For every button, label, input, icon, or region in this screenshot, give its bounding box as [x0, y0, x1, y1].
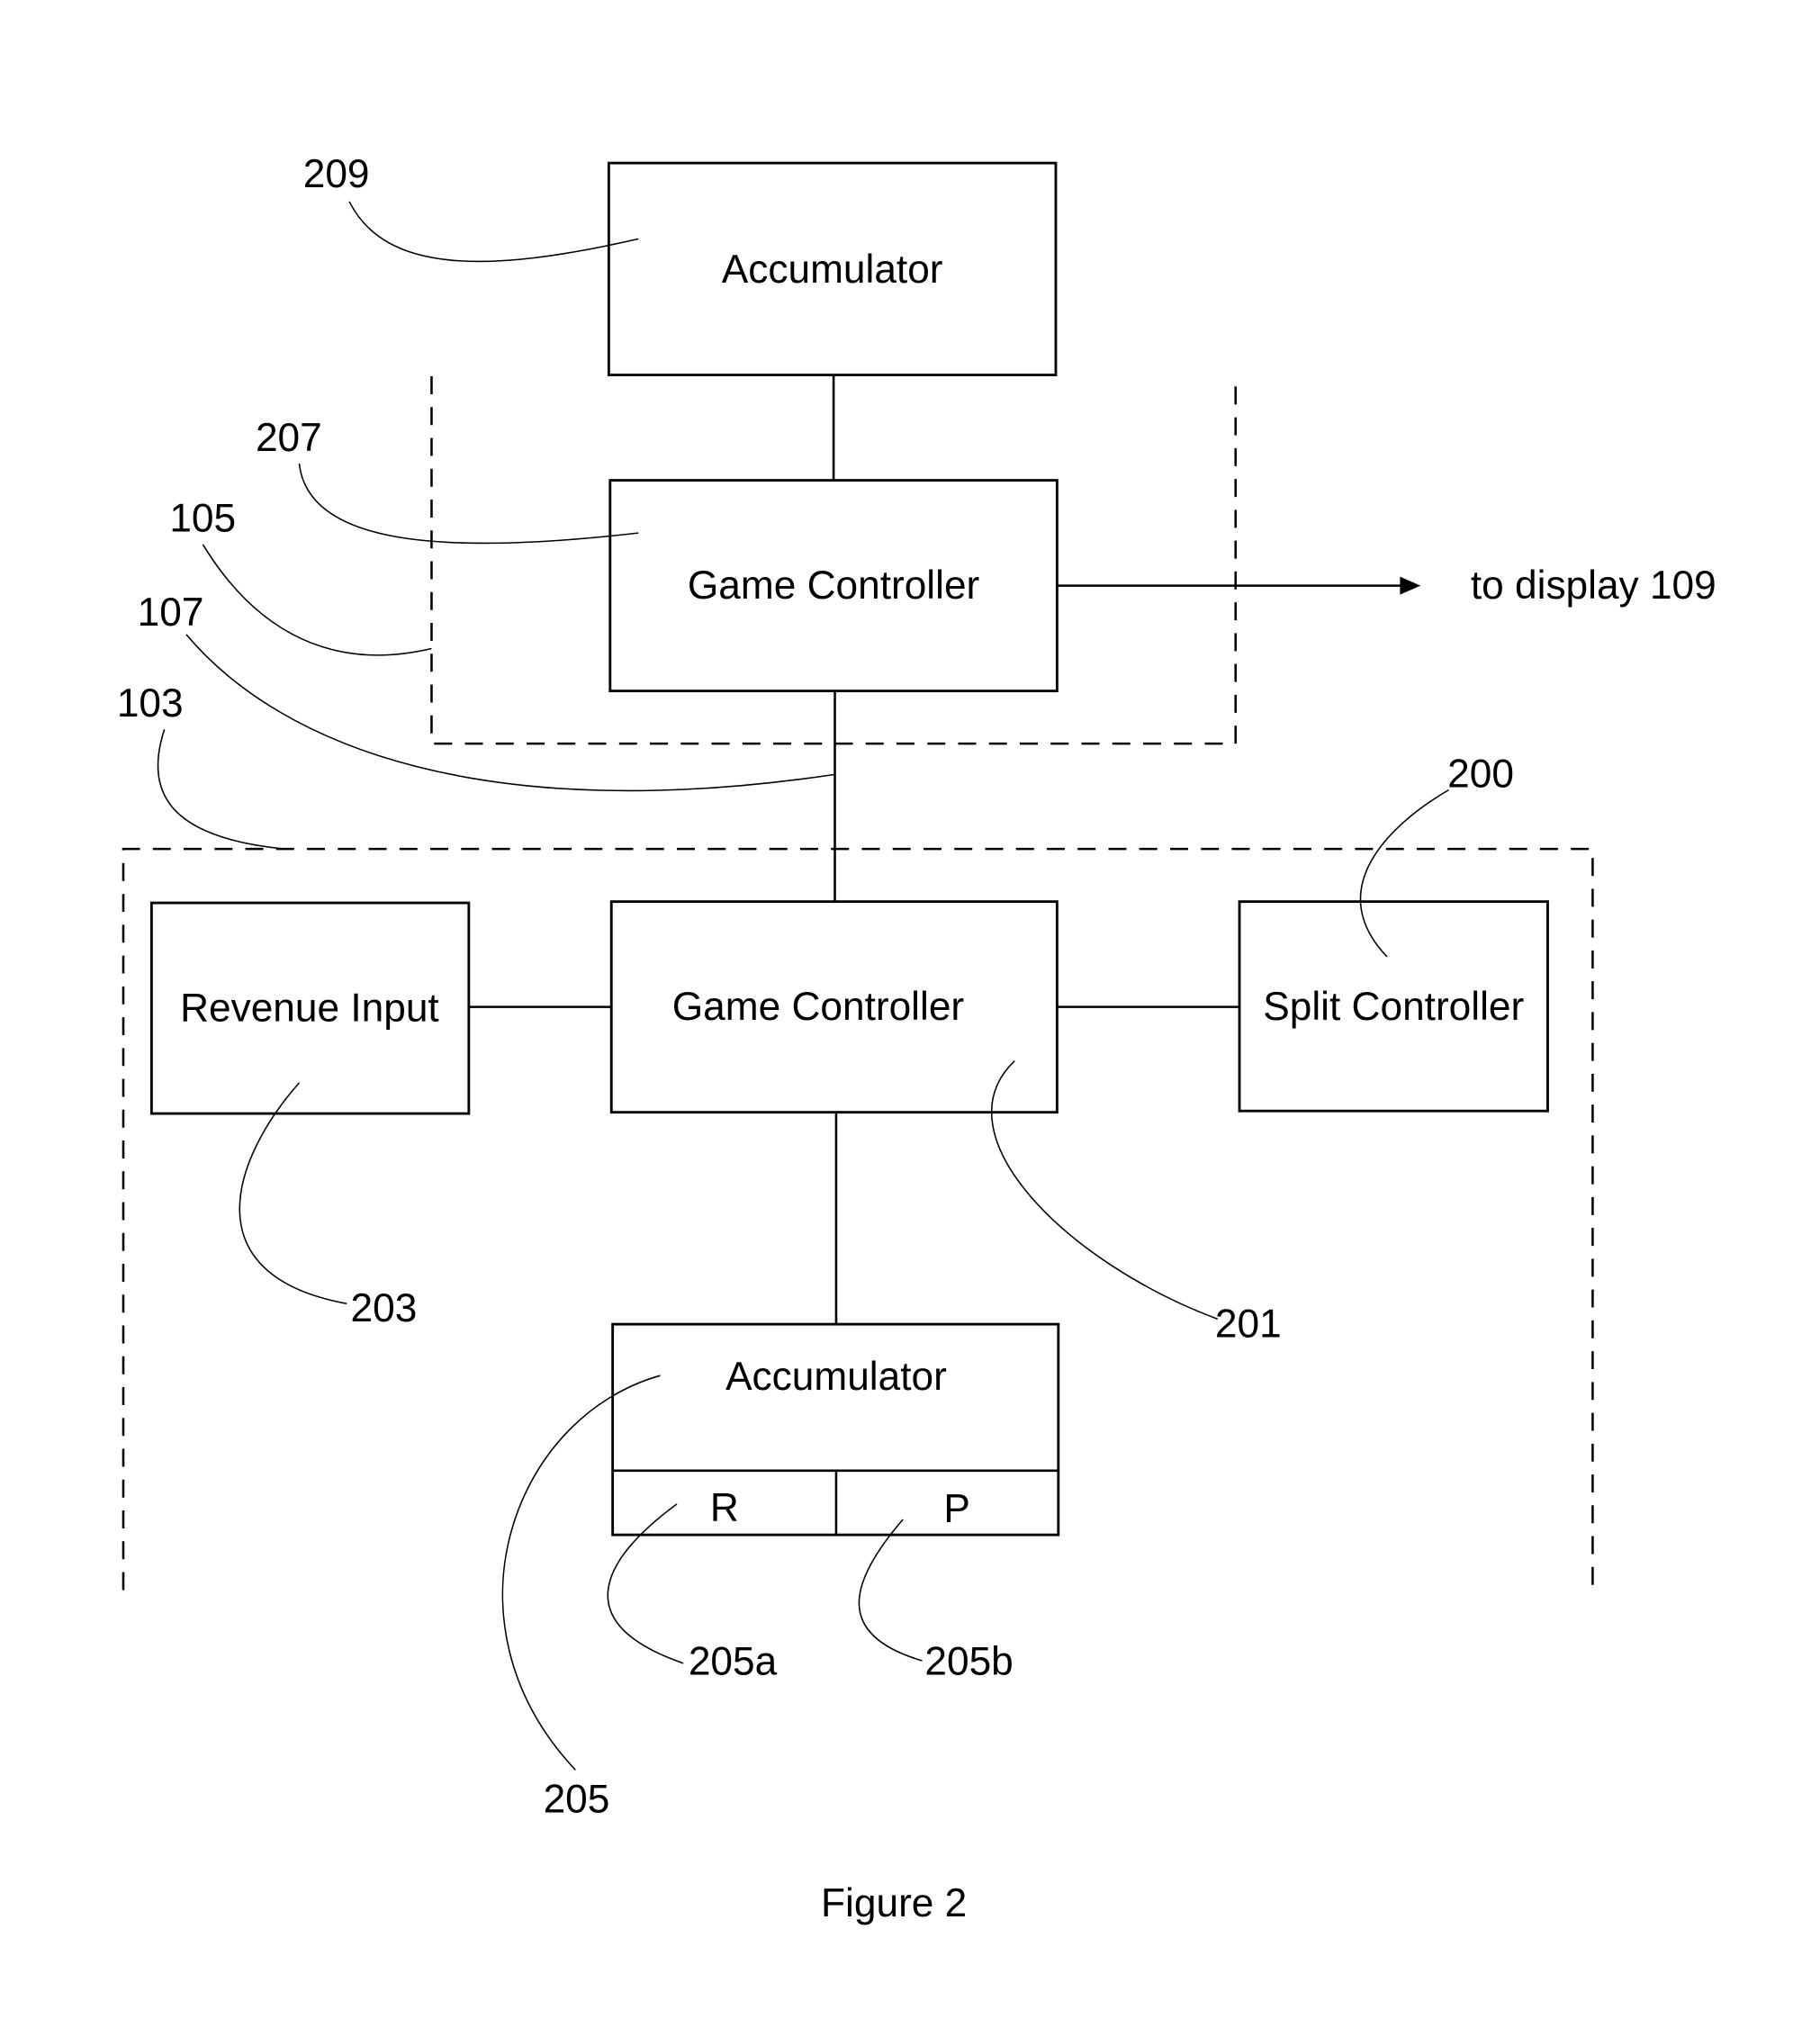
- ref-201: 201: [1215, 1302, 1282, 1346]
- block-label: Accumulator: [725, 1355, 947, 1399]
- output-arrow-head-icon: [1400, 576, 1421, 595]
- leader-207: [298, 463, 639, 545]
- ref-205b: 205b: [924, 1640, 1013, 1684]
- block-revenue-input[interactable]: Revenue Input: [149, 901, 471, 1115]
- leader-105: [202, 544, 432, 656]
- ref-207: 207: [256, 416, 322, 460]
- figure-2-diagram: Accumulator Game Controller Revenue Inpu…: [117, 152, 1716, 1925]
- output-label: to display 109: [1471, 563, 1716, 608]
- block-label: Split Controller: [1263, 985, 1524, 1029]
- block-accumulator-top[interactable]: Accumulator: [607, 161, 1058, 377]
- ref-203: 203: [351, 1286, 418, 1330]
- leader-209: [348, 201, 639, 263]
- ref-205: 205: [544, 1777, 610, 1821]
- block-accumulator-bottom[interactable]: Accumulator R P: [611, 1322, 1060, 1537]
- block-label: Game Controller: [672, 985, 964, 1029]
- leader-205b: [858, 1519, 923, 1662]
- ref-105: 105: [169, 497, 236, 541]
- sub-block-p-label: P: [943, 1487, 970, 1531]
- block-game-controller-main[interactable]: Game Controller: [609, 900, 1059, 1114]
- figure-caption: Figure 2: [821, 1881, 967, 1925]
- ref-205a: 205a: [689, 1640, 778, 1684]
- leader-103: [157, 729, 285, 850]
- sub-block-r-label: R: [710, 1485, 739, 1529]
- block-game-controller-top[interactable]: Game Controller: [608, 479, 1059, 693]
- ref-200: 200: [1447, 753, 1514, 797]
- block-label: Revenue Input: [180, 986, 439, 1030]
- block-label: Accumulator: [722, 248, 943, 292]
- ref-209: 209: [303, 152, 370, 196]
- block-label: Game Controller: [688, 563, 979, 608]
- block-split-controller[interactable]: Split Controller: [1238, 900, 1549, 1113]
- ref-103: 103: [117, 681, 184, 726]
- ref-107: 107: [138, 590, 204, 635]
- leader-203: [239, 1082, 347, 1305]
